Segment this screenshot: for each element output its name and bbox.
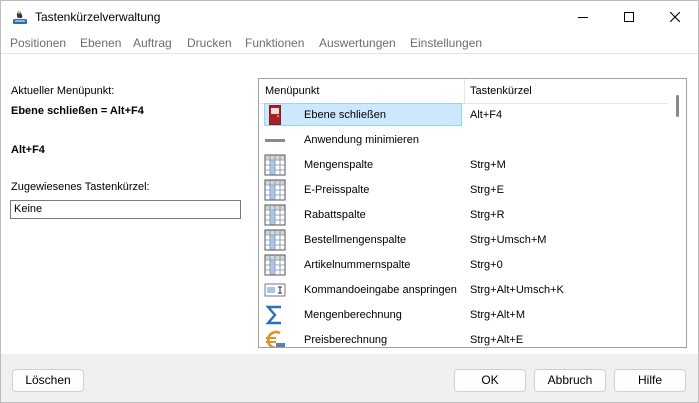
maximize-icon — [624, 12, 634, 22]
menu-auswertungen[interactable]: Auswertungen — [319, 36, 396, 50]
grid-column-icon — [264, 154, 286, 176]
list-item-name: Mengenspalte — [304, 159, 374, 171]
grid-column-icon — [264, 204, 286, 226]
minimize-window-icon — [265, 139, 285, 142]
list-item[interactable]: Ebene schließen Alt+F4 — [259, 103, 667, 128]
list-item-name: Anwendung minimieren — [304, 134, 419, 146]
ok-button[interactable]: OK — [454, 369, 526, 392]
current-menu-item-label: Aktueller Menüpunkt: — [11, 85, 115, 97]
door-icon — [269, 105, 281, 125]
column-header-menuitem[interactable]: Menüpunkt — [265, 85, 319, 97]
menu-ebenen[interactable]: Ebenen — [80, 36, 121, 50]
help-button[interactable]: Hilfe — [614, 369, 686, 392]
list-item-name: Mengenberechnung — [304, 309, 402, 321]
cancel-button[interactable]: Abbruch — [534, 369, 606, 392]
menu-einstellungen[interactable]: Einstellungen — [410, 36, 482, 50]
vertical-scrollbar[interactable] — [669, 79, 686, 347]
menu-funktionen[interactable]: Funktionen — [245, 36, 304, 50]
delete-button[interactable]: Löschen — [12, 369, 84, 392]
sigma-icon — [265, 305, 281, 325]
list-item-shortcut: Strg+Alt+E — [470, 334, 524, 346]
menu-positionen[interactable]: Positionen — [10, 36, 66, 50]
scrollbar-thumb[interactable] — [676, 95, 679, 117]
list-item[interactable]: Preisberechnung Strg+Alt+E — [259, 328, 667, 347]
app-icon — [13, 10, 27, 24]
grid-column-icon — [264, 229, 286, 251]
assigned-shortcut-input[interactable]: Keine — [10, 200, 241, 219]
close-icon — [670, 12, 680, 22]
dialog-content: Aktueller Menüpunkt: Ebene schließen = A… — [1, 54, 698, 354]
list-item-shortcut: Strg+M — [470, 159, 506, 171]
list-item-name: E-Preisspalte — [304, 184, 370, 196]
shortcut-list[interactable]: Menüpunkt Tastenkürzel Ebene schließen A… — [258, 78, 687, 348]
minimize-button[interactable] — [560, 1, 606, 33]
list-item-shortcut: Strg+0 — [470, 259, 503, 271]
menu-bar: Positionen Ebenen Auftrag Drucken Funkti… — [1, 33, 698, 54]
list-item[interactable]: Anwendung minimieren — [259, 128, 667, 153]
list-item[interactable]: Rabattspalte Strg+R — [259, 203, 667, 228]
list-item-name: Bestellmengenspalte — [304, 234, 407, 246]
list-item-name: Ebene schließen — [304, 109, 386, 121]
assigned-shortcut-label: Zugewiesenes Tastenkürzel: — [11, 181, 150, 193]
list-item-name: Artikelnummernspalte — [304, 259, 411, 271]
list-item-shortcut: Strg+E — [470, 184, 504, 196]
list-item[interactable]: Mengenberechnung Strg+Alt+M — [259, 303, 667, 328]
list-item[interactable]: Kommandoeingabe anspringen Strg+Alt+Umsc… — [259, 278, 667, 303]
grid-column-icon — [264, 179, 286, 201]
list-header: Menüpunkt Tastenkürzel — [259, 79, 667, 104]
list-item-shortcut: Alt+F4 — [470, 109, 503, 121]
list-item[interactable]: E-Preisspalte Strg+E — [259, 178, 667, 203]
list-item-name: Preisberechnung — [304, 334, 388, 346]
list-item-shortcut: Strg+Alt+M — [470, 309, 526, 321]
list-item-name: Kommandoeingabe anspringen — [304, 284, 457, 296]
title-bar: Tastenkürzelverwaltung — [1, 1, 698, 33]
window-title: Tastenkürzelverwaltung — [35, 10, 161, 24]
menu-drucken[interactable]: Drucken — [187, 36, 232, 50]
list-item-shortcut: Strg+Alt+Umsch+K — [470, 284, 564, 296]
grid-column-icon — [264, 254, 286, 276]
menu-auftrag[interactable]: Auftrag — [133, 36, 172, 50]
list-item[interactable]: Artikelnummernspalte Strg+0 — [259, 253, 667, 278]
list-item-name: Rabattspalte — [304, 209, 366, 221]
euro-icon — [266, 330, 285, 347]
current-menu-item-value: Ebene schließen = Alt+F4 — [11, 105, 144, 117]
close-button[interactable] — [652, 1, 698, 33]
dialog-window: Tastenkürzelverwaltung Positionen Ebenen… — [0, 0, 699, 403]
list-item-shortcut: Strg+R — [470, 209, 505, 221]
minimize-icon — [578, 17, 588, 18]
list-item-shortcut: Strg+Umsch+M — [470, 234, 547, 246]
column-header-shortcut[interactable]: Tastenkürzel — [470, 85, 532, 97]
maximize-button[interactable] — [606, 1, 652, 33]
list-item[interactable]: Bestellmengenspalte Strg+Umsch+M — [259, 228, 667, 253]
list-item[interactable]: Mengenspalte Strg+M — [259, 153, 667, 178]
current-shortcut: Alt+F4 — [11, 144, 45, 156]
column-divider[interactable] — [464, 79, 465, 103]
command-input-icon — [264, 283, 286, 297]
